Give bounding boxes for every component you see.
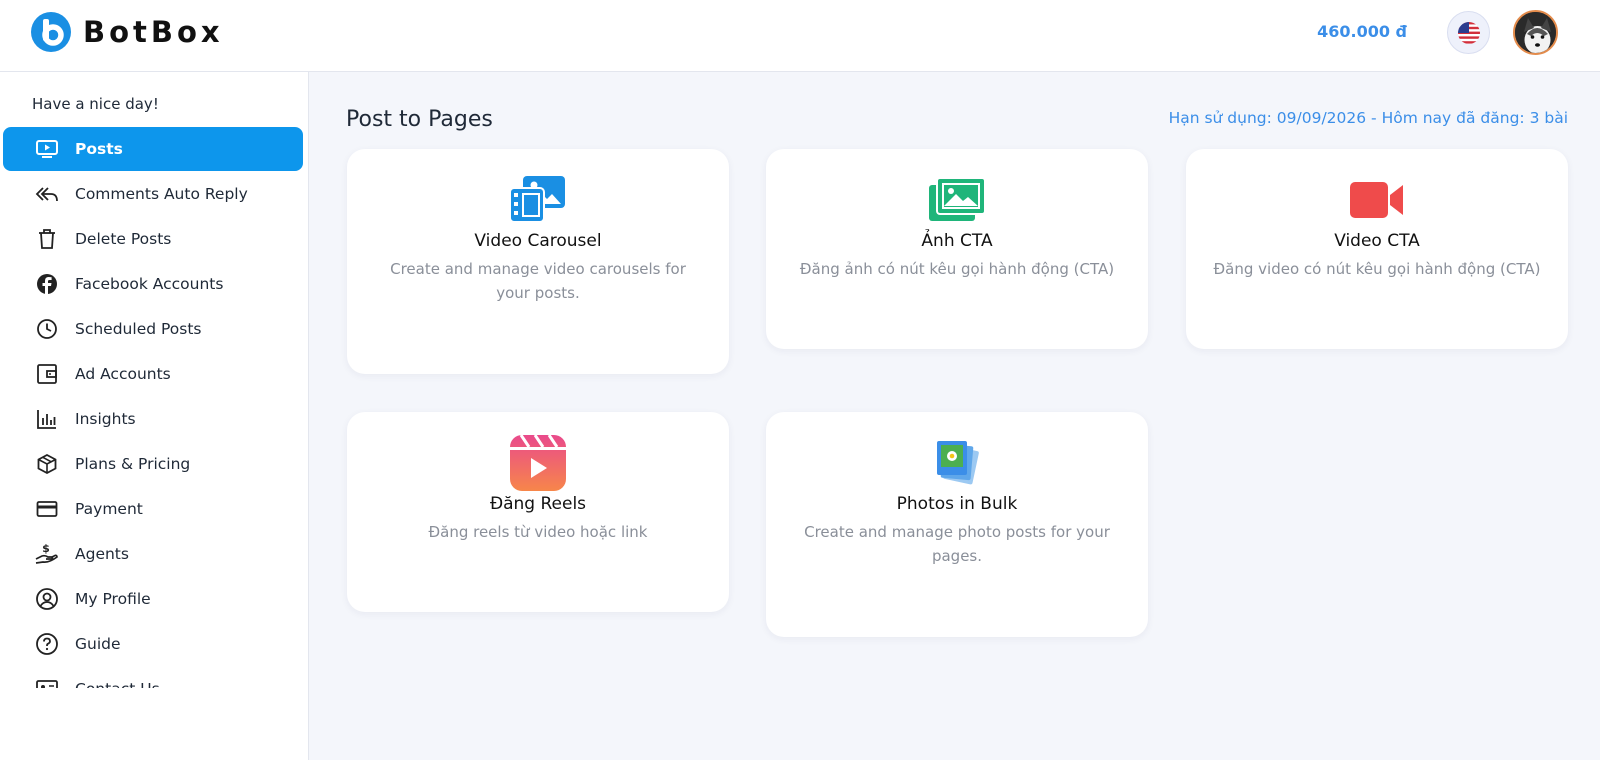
credit-card-icon bbox=[33, 495, 61, 523]
sidebar-item-label: Comments Auto Reply bbox=[75, 185, 248, 203]
card-title: Photos in Bulk bbox=[896, 494, 1018, 514]
top-header: BotBox 460.000 đ bbox=[0, 0, 1600, 72]
card-photos-in-bulk[interactable]: Photos in Bulk Create and manage photo p… bbox=[766, 412, 1148, 637]
svg-text:$: $ bbox=[42, 542, 50, 555]
posts-icon bbox=[33, 135, 61, 163]
app-name: BotBox bbox=[83, 15, 224, 49]
card-description: Đăng video có nút kêu gọi hành động (CTA… bbox=[1213, 260, 1541, 278]
card-title: Video CTA bbox=[1334, 231, 1420, 251]
sidebar-item-scheduled-posts[interactable]: Scheduled Posts bbox=[3, 307, 303, 351]
subscription-expiry: Hạn sử dụng: 09/09/2026 - Hôm nay đã đăn… bbox=[1168, 109, 1568, 127]
sidebar-item-label: Payment bbox=[75, 500, 143, 518]
sidebar-item-label: Insights bbox=[75, 410, 136, 428]
bar-chart-icon bbox=[33, 405, 61, 433]
card-description: Create and manage photo posts for your p… bbox=[804, 523, 1110, 565]
sidebar-item-payment[interactable]: Payment bbox=[3, 487, 303, 531]
app-logo[interactable]: BotBox bbox=[31, 12, 224, 52]
card-description: Create and manage video carousels for yo… bbox=[390, 260, 686, 302]
card-description: Đăng reels từ video hoặc link bbox=[428, 523, 648, 541]
sidebar-item-insights[interactable]: Insights bbox=[3, 397, 303, 441]
sidebar-item-ad-accounts[interactable]: Ad Accounts bbox=[3, 352, 303, 396]
help-circle-icon bbox=[33, 630, 61, 658]
card-title: Đăng Reels bbox=[489, 494, 587, 514]
sidebar-item-label: Agents bbox=[75, 545, 129, 563]
user-avatar[interactable] bbox=[1513, 10, 1558, 55]
hand-dollar-icon: $ bbox=[33, 540, 61, 568]
photos-bulk-icon bbox=[927, 438, 987, 488]
video-camera-icon bbox=[1347, 175, 1407, 225]
page-title: Post to Pages bbox=[346, 107, 493, 132]
sidebar-item-label: Plans & Pricing bbox=[75, 455, 191, 473]
sidebar-item-label: Guide bbox=[75, 635, 121, 653]
sidebar-item-label: Ad Accounts bbox=[75, 365, 171, 383]
images-icon bbox=[927, 175, 987, 225]
sidebar-item-my-profile[interactable]: My Profile bbox=[3, 577, 303, 621]
card-video-carousel[interactable]: Video Carousel Create and manage video c… bbox=[347, 149, 729, 374]
sidebar-item-label: Contact Us bbox=[75, 680, 160, 688]
sidebar-nav: Posts Comments Auto Reply Delete Posts F… bbox=[3, 127, 303, 688]
facebook-icon bbox=[33, 270, 61, 298]
sidebar-item-label: Facebook Accounts bbox=[75, 275, 224, 293]
sidebar-item-guide[interactable]: Guide bbox=[3, 622, 303, 666]
trash-icon bbox=[33, 225, 61, 253]
card-description: Đăng ảnh có nút kêu gọi hành động (CTA) bbox=[799, 260, 1115, 278]
sidebar-item-comments-auto-reply[interactable]: Comments Auto Reply bbox=[3, 172, 303, 216]
reels-icon bbox=[508, 435, 568, 491]
sidebar-item-label: Delete Posts bbox=[75, 230, 172, 248]
us-flag-icon bbox=[1457, 21, 1480, 44]
reply-all-icon bbox=[33, 180, 61, 208]
card-video-cta[interactable]: Video CTA Đăng video có nút kêu gọi hành… bbox=[1186, 149, 1568, 349]
sidebar-item-facebook-accounts[interactable]: Facebook Accounts bbox=[3, 262, 303, 306]
language-switcher[interactable] bbox=[1447, 11, 1490, 54]
sidebar-item-label: Scheduled Posts bbox=[75, 320, 202, 338]
card-title: Video Carousel bbox=[474, 231, 602, 251]
package-icon bbox=[33, 450, 61, 478]
sidebar-item-posts[interactable]: Posts bbox=[3, 127, 303, 171]
card-title: Ảnh CTA bbox=[921, 231, 993, 251]
account-balance: 460.000 đ bbox=[1317, 22, 1407, 41]
wallet-icon bbox=[33, 360, 61, 388]
sidebar-item-contact-us[interactable]: Contact Us bbox=[3, 667, 303, 688]
sidebar-item-agents[interactable]: $ Agents bbox=[3, 532, 303, 576]
contact-card-icon bbox=[33, 675, 61, 688]
sidebar-item-plans-pricing[interactable]: Plans & Pricing bbox=[3, 442, 303, 486]
sidebar-item-label: Posts bbox=[75, 140, 123, 158]
card-dang-reels[interactable]: Đăng Reels Đăng reels từ video hoặc link bbox=[347, 412, 729, 612]
user-circle-icon bbox=[33, 585, 61, 613]
card-anh-cta[interactable]: Ảnh CTA Đăng ảnh có nút kêu gọi hành độn… bbox=[766, 149, 1148, 349]
sidebar: Have a nice day! Posts Comments Auto Rep… bbox=[0, 72, 309, 760]
sidebar-item-delete-posts[interactable]: Delete Posts bbox=[3, 217, 303, 261]
greeting-text: Have a nice day! bbox=[32, 95, 159, 113]
sidebar-item-label: My Profile bbox=[75, 590, 151, 608]
video-carousel-icon bbox=[508, 175, 568, 225]
botbox-logo-icon bbox=[31, 12, 71, 52]
clock-icon bbox=[33, 315, 61, 343]
